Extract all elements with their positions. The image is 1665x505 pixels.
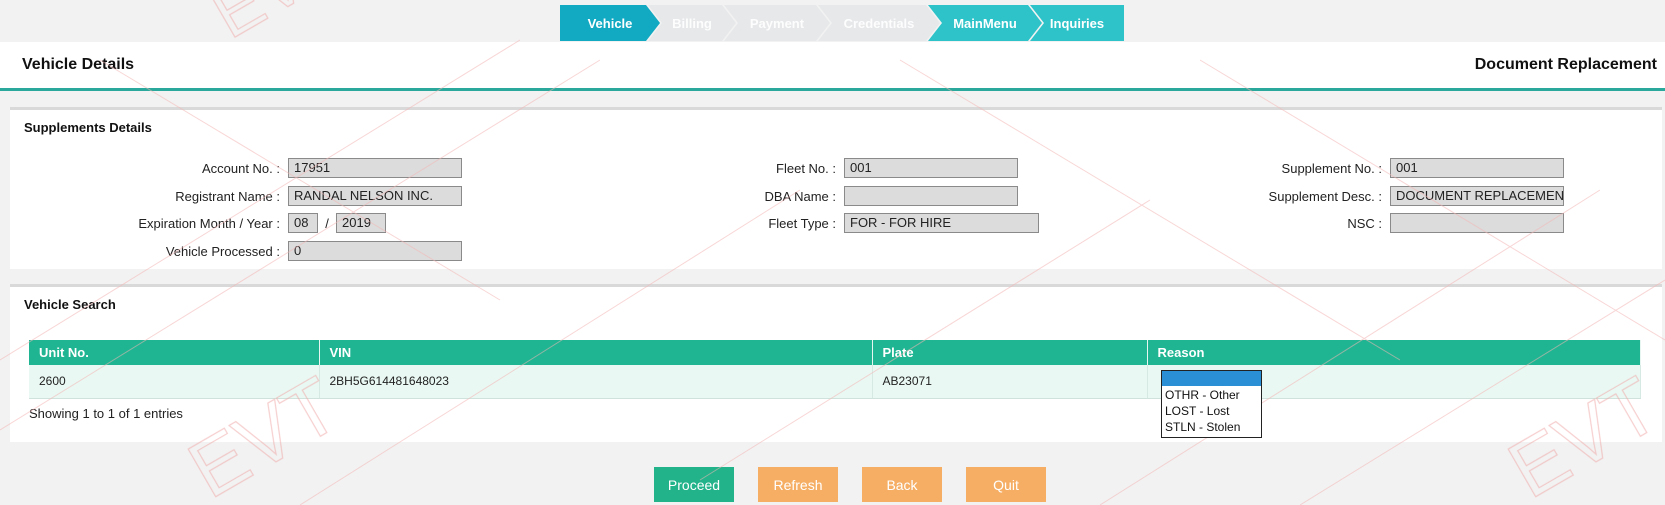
supplements-panel: Supplements Details Account No. : 17951 … bbox=[10, 107, 1662, 269]
fleet-type-field: FOR - FOR HIRE bbox=[844, 213, 1039, 233]
supplements-title: Supplements Details bbox=[24, 120, 152, 135]
table-header-row: Unit No. VIN Plate Reason bbox=[29, 340, 1641, 365]
supplement-desc-field: DOCUMENT REPLACEMENT bbox=[1390, 186, 1564, 206]
reason-option-other[interactable]: OTHR - Other bbox=[1162, 387, 1261, 403]
refresh-button[interactable]: Refresh bbox=[758, 467, 838, 502]
dba-field bbox=[844, 186, 1018, 206]
step-vehicle[interactable]: Vehicle bbox=[560, 5, 660, 41]
vehicle-table: Unit No. VIN Plate Reason 2600 2BH5G6144… bbox=[29, 340, 1641, 399]
column-reason[interactable]: Reason bbox=[1147, 340, 1641, 365]
action-buttons: Proceed Refresh Back Quit bbox=[654, 467, 1046, 502]
cell-unit-no: 2600 bbox=[29, 365, 320, 399]
vehicle-search-title: Vehicle Search bbox=[24, 297, 116, 312]
expiration-year-field: 2019 bbox=[336, 213, 386, 233]
expiration-month-field: 08 bbox=[288, 213, 318, 233]
cell-plate: AB23071 bbox=[872, 365, 1148, 399]
vehicle-search-panel: Vehicle Search Unit No. VIN Plate Reason… bbox=[10, 284, 1662, 442]
dba-row: DBA Name : bbox=[610, 185, 1018, 207]
step-credentials: Credentials bbox=[818, 5, 940, 41]
processed-field: 0 bbox=[288, 241, 462, 261]
account-label: Account No. : bbox=[201, 160, 280, 176]
cell-vin: 2BH5G614481648023 bbox=[319, 365, 873, 399]
account-row: Account No. : 17951 bbox=[10, 157, 462, 179]
fleet-field: 001 bbox=[844, 158, 1018, 178]
quit-button[interactable]: Quit bbox=[966, 467, 1046, 502]
fleet-row: Fleet No. : 001 bbox=[610, 157, 1018, 179]
expiration-label: Expiration Month / Year : bbox=[138, 215, 280, 231]
registrant-row: Registrant Name : RANDAL NELSON INC. bbox=[10, 185, 462, 207]
registrant-field: RANDAL NELSON INC. bbox=[288, 186, 462, 206]
step-payment: Payment bbox=[724, 5, 830, 41]
supplement-desc-row: Supplement Desc. : DOCUMENT REPLACEMENT bbox=[1140, 185, 1564, 207]
account-field: 17951 bbox=[288, 158, 462, 178]
transaction-type: Document Replacement bbox=[1474, 56, 1657, 73]
page-header: Vehicle Details Document Replacement bbox=[0, 42, 1665, 91]
processed-label: Vehicle Processed : bbox=[165, 243, 280, 259]
fleet-type-row: Fleet Type : FOR - FOR HIRE bbox=[610, 212, 1039, 234]
reason-option-stolen[interactable]: STLN - Stolen bbox=[1162, 419, 1261, 435]
supplement-desc-label: Supplement Desc. : bbox=[1268, 188, 1382, 204]
processed-row: Vehicle Processed : 0 bbox=[10, 240, 462, 262]
registrant-label: Registrant Name : bbox=[175, 188, 280, 204]
nsc-label: NSC : bbox=[1347, 215, 1382, 231]
step-billing: Billing bbox=[648, 5, 736, 41]
table-info: Showing 1 to 1 of 1 entries bbox=[29, 406, 183, 421]
column-unit-no[interactable]: Unit No. bbox=[29, 340, 320, 365]
supplement-no-field: 001 bbox=[1390, 158, 1564, 178]
column-vin[interactable]: VIN bbox=[319, 340, 873, 365]
supplement-no-label: Supplement No. : bbox=[1281, 160, 1382, 176]
table-row: 2600 2BH5G614481648023 AB23071 bbox=[29, 365, 1641, 399]
nsc-field bbox=[1390, 213, 1564, 233]
step-inquiries[interactable]: Inquiries bbox=[1030, 5, 1124, 41]
reason-dropdown[interactable]: OTHR - Other LOST - Lost STLN - Stolen bbox=[1161, 370, 1262, 438]
supplement-no-row: Supplement No. : 001 bbox=[1140, 157, 1564, 179]
fleet-label: Fleet No. : bbox=[776, 160, 836, 176]
proceed-button[interactable]: Proceed bbox=[654, 467, 734, 502]
dba-label: DBA Name : bbox=[764, 188, 836, 204]
reason-option-lost[interactable]: LOST - Lost bbox=[1162, 403, 1261, 419]
column-plate[interactable]: Plate bbox=[872, 340, 1148, 365]
fleet-type-label: Fleet Type : bbox=[768, 215, 836, 231]
wizard-steps: Vehicle Billing Payment Credentials Main… bbox=[560, 5, 1124, 41]
step-mainmenu[interactable]: MainMenu bbox=[928, 5, 1042, 41]
back-button[interactable]: Back bbox=[862, 467, 942, 502]
expiration-row: Expiration Month / Year : 08 / 2019 bbox=[10, 212, 386, 234]
expiration-separator: / bbox=[325, 215, 329, 231]
page-title: Vehicle Details bbox=[22, 56, 135, 73]
reason-selected-option[interactable] bbox=[1162, 371, 1261, 387]
nsc-row: NSC : bbox=[1140, 212, 1564, 234]
